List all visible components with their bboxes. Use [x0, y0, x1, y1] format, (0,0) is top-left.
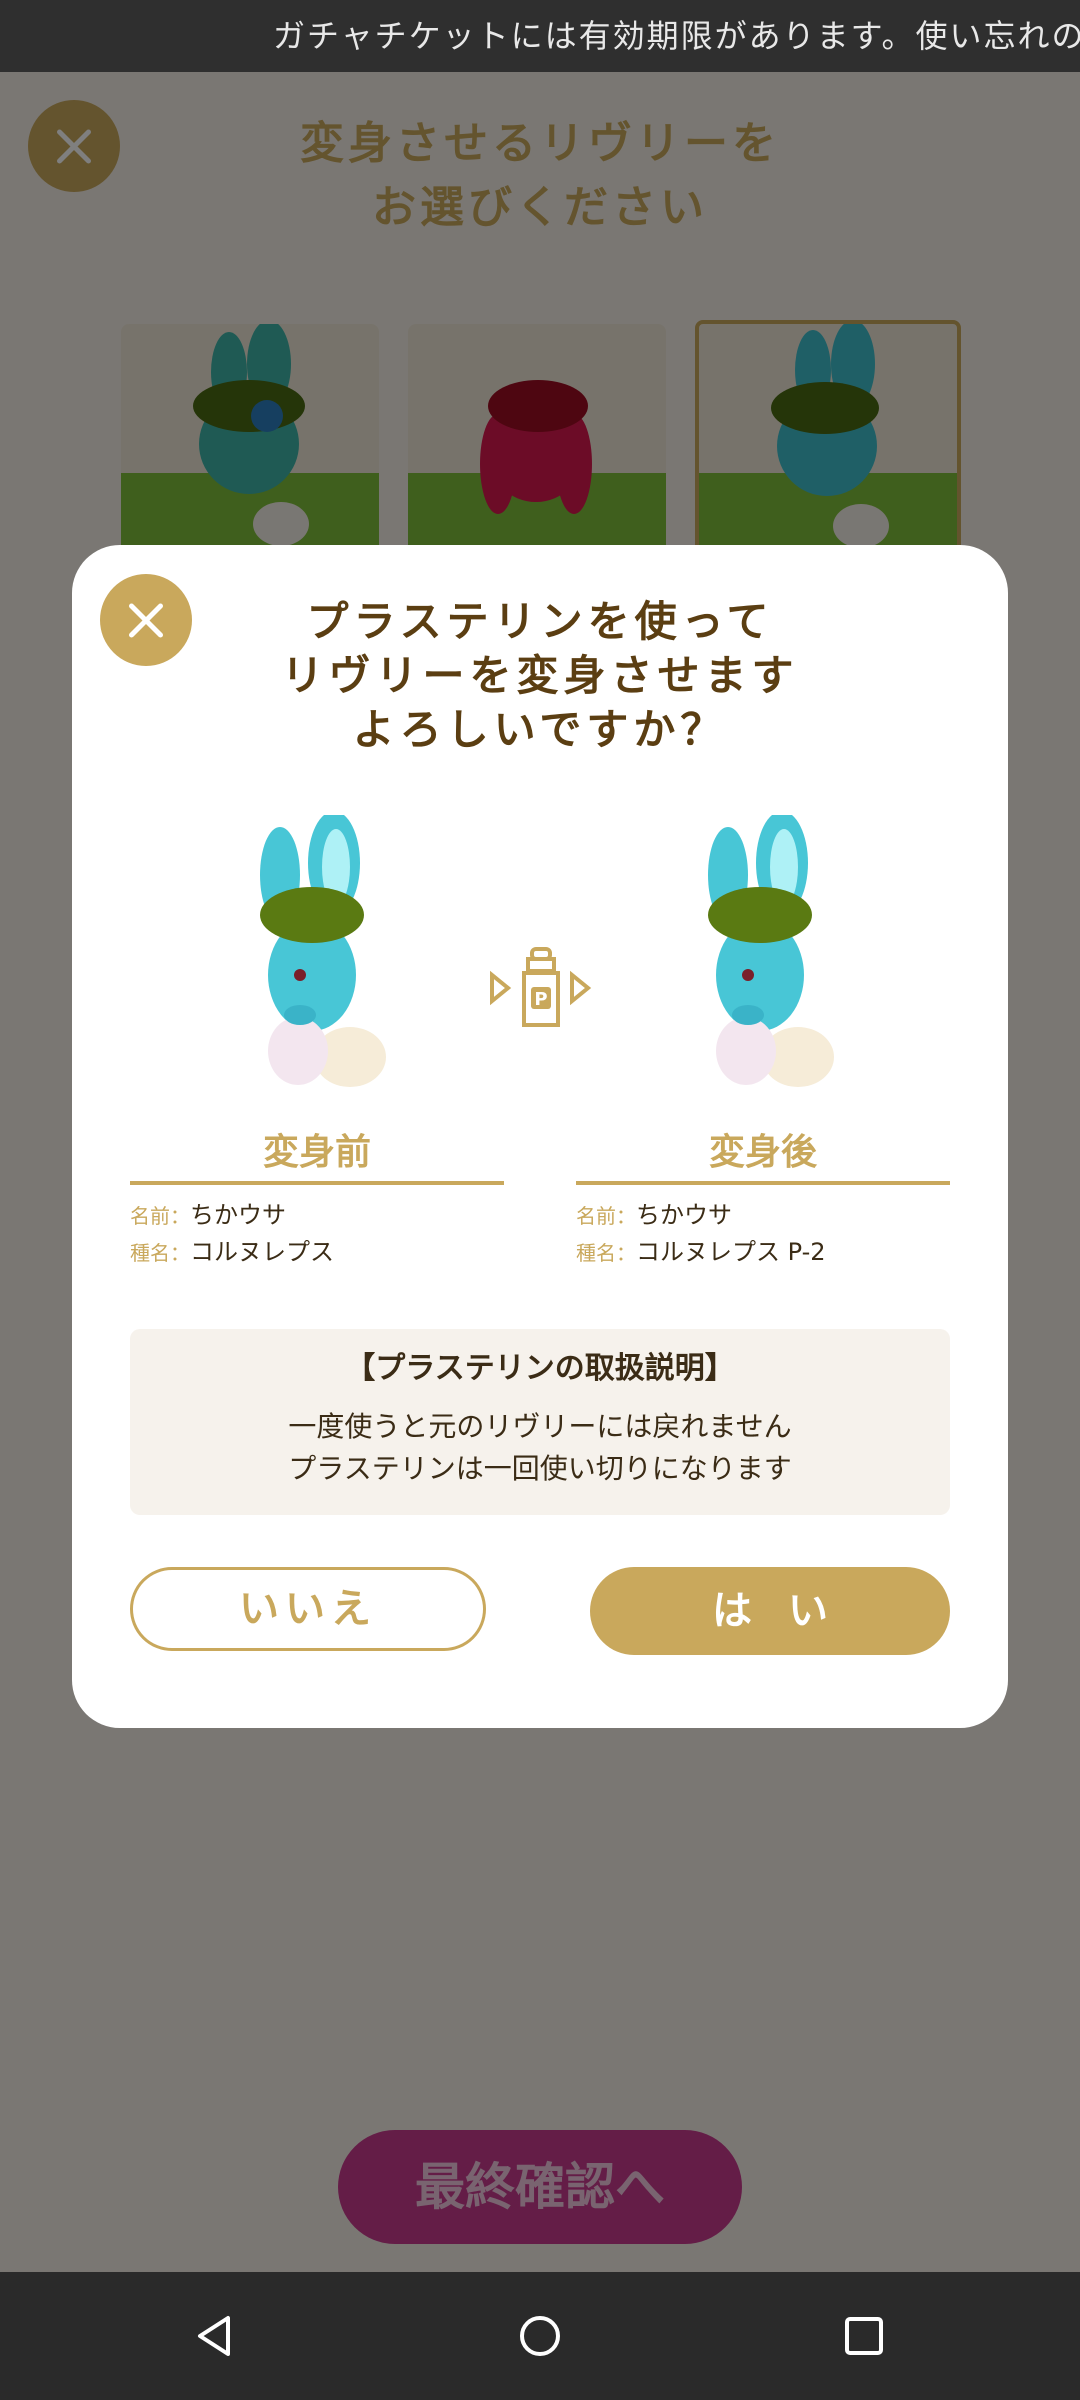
notice-line1: 一度使うと元のリヴリーには戻れません [288, 1410, 792, 1443]
svg-text:P: P [534, 989, 547, 1010]
before-name-value: ちかウサ [190, 1201, 286, 1229]
before-heading: 変身前 [262, 1132, 371, 1173]
notice-title: 【プラステリンの取扱説明】 [345, 1351, 735, 1386]
after-species-value: コルヌレプス P-2 [636, 1238, 826, 1266]
dialog-title: プラステリンを使って リヴリーを変身させます よろしいですか？ [72, 595, 1008, 757]
before-livly-image [260, 815, 386, 1087]
system-navigation-bar [0, 2272, 1080, 2400]
after-info: 名前：ちかウサ 種名：コルヌレプス P-2 [576, 1197, 950, 1271]
after-heading: 変身後 [708, 1132, 817, 1173]
after-livly-image [708, 815, 834, 1087]
dialog-title-line1: プラステリンを使って [306, 597, 774, 646]
recent-apps-icon[interactable] [840, 2312, 888, 2360]
notice-ticker: ガチャチケットには有効期限があります。使い忘れの [0, 0, 1080, 72]
before-name-key: 名前： [130, 1204, 190, 1228]
before-divider [130, 1181, 504, 1185]
usage-notice-box: 【プラステリンの取扱説明】 一度使うと元のリヴリーには戻れません プラステリンは… [130, 1329, 950, 1515]
dialog-title-line3: よろしいですか？ [352, 705, 728, 754]
notice-line2: プラステリンは一回使い切りになります [288, 1452, 792, 1485]
back-icon[interactable] [192, 2312, 240, 2360]
after-divider [576, 1181, 950, 1185]
yes-button[interactable]: はい [590, 1567, 950, 1655]
dialog-title-line2: リヴリーを変身させます [281, 651, 799, 700]
no-button[interactable]: いいえ [130, 1567, 486, 1651]
before-species-key: 種名： [130, 1241, 190, 1265]
ticker-text: ガチャチケットには有効期限があります。使い忘れの [273, 17, 1080, 55]
after-name-value: ちかウサ [636, 1201, 732, 1229]
home-icon[interactable] [516, 2312, 564, 2360]
before-species-value: コルヌレプス [190, 1238, 334, 1266]
before-info: 名前：ちかウサ 種名：コルヌレプス [130, 1197, 504, 1271]
after-name-key: 名前： [576, 1204, 636, 1228]
plasterin-bottle-arrow-icon: P [490, 947, 592, 1027]
confirm-dialog: プラステリンを使って リヴリーを変身させます よろしいですか？ P 変身前 名前… [72, 545, 1008, 1728]
after-species-key: 種名： [576, 1241, 636, 1265]
